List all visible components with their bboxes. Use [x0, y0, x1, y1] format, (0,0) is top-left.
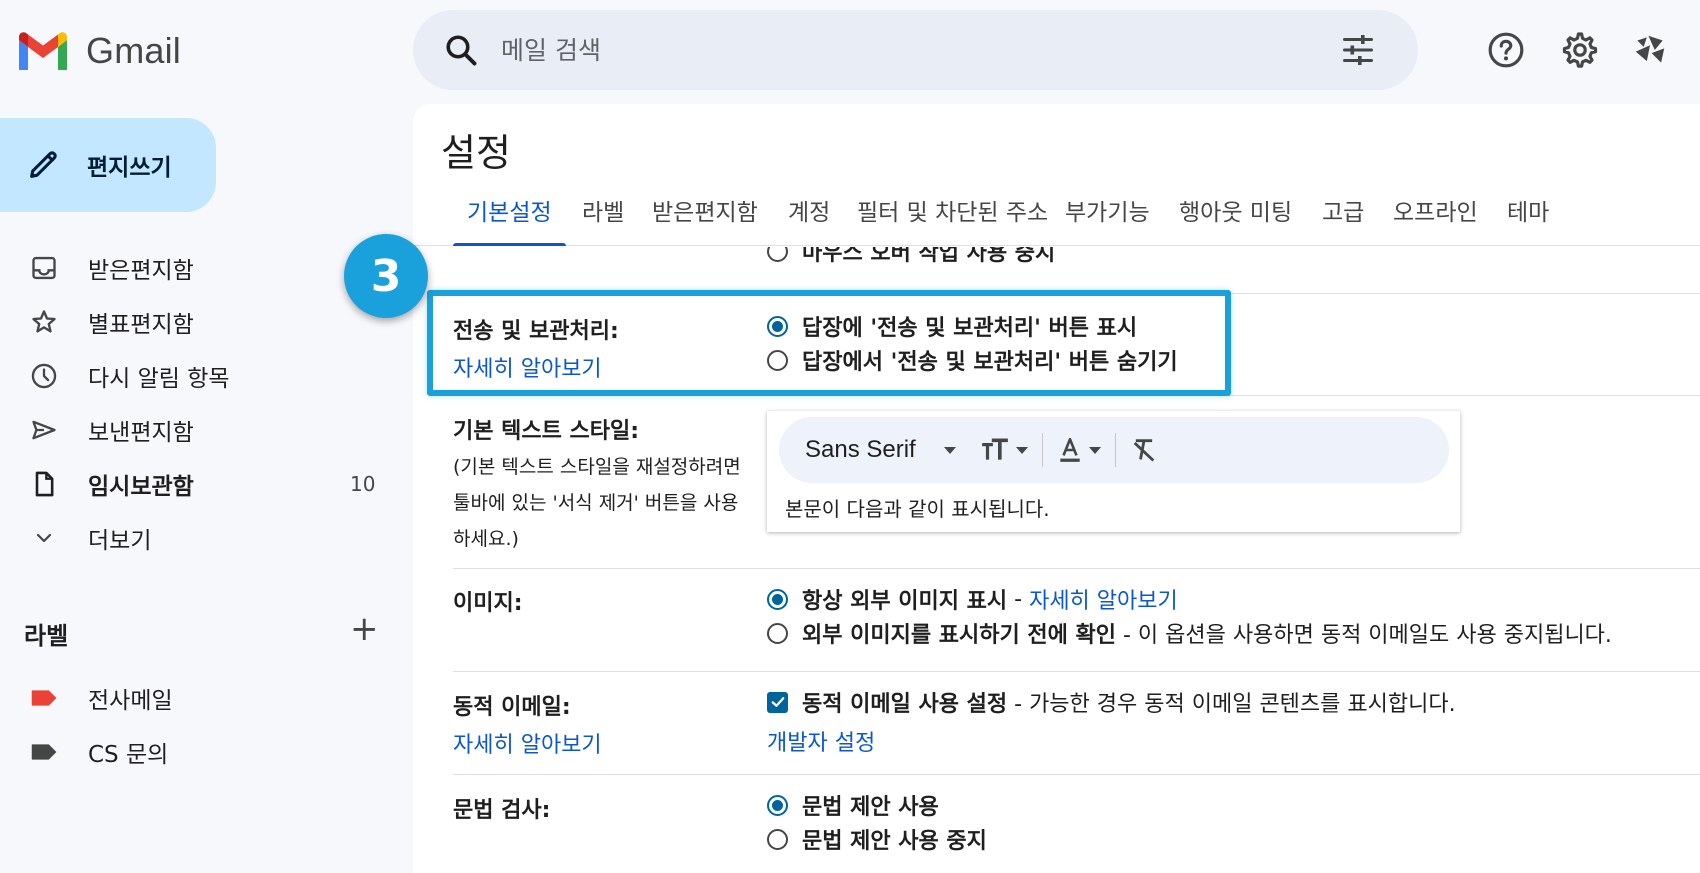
sidebar-item-label: 별표편지함	[88, 312, 194, 338]
text-style-editor: Sans Serif 본문이 다음과 같이 표시됩니다.	[767, 411, 1460, 532]
chevron-down-icon	[28, 522, 60, 554]
row-divider	[453, 568, 1700, 569]
setting-label: 기본 텍스트 스타일:	[453, 419, 640, 444]
sidebar-item-label: 전사메일	[88, 688, 173, 714]
grammar-disable-option[interactable]: 문법 제안 사용 중지	[767, 823, 987, 855]
toolbar-divider	[1041, 433, 1043, 467]
row-divider	[453, 774, 1700, 775]
learn-more-link[interactable]: 자세히 알아보기	[453, 727, 602, 759]
font-size-caret-icon[interactable]	[1015, 446, 1028, 454]
toolbar-divider	[1114, 433, 1116, 467]
dynamic-email-enable-option[interactable]: 동적 이메일 사용 설정 - 가능한 경우 동적 이메일 콘텐츠를 표시합니다.	[767, 686, 1456, 718]
sidebar-item-sent[interactable]: 보낸편지함	[0, 404, 390, 456]
sidebar-item-label: 보낸편지함	[88, 420, 194, 446]
gmail-logo-icon	[19, 32, 67, 70]
developer-settings-link[interactable]: 개발자 설정	[767, 725, 875, 757]
remove-formatting-icon[interactable]	[1130, 436, 1158, 464]
help-icon[interactable]	[1484, 28, 1528, 72]
sidebar-item-starred[interactable]: 별표편지함	[0, 296, 390, 348]
tab-inbox[interactable]: 받은편지함	[638, 188, 772, 246]
search-options-icon[interactable]	[1340, 32, 1376, 68]
sidebar-item-more[interactable]: 더보기	[0, 512, 390, 564]
pencil-icon	[30, 151, 57, 178]
text-color-icon[interactable]	[1057, 436, 1083, 464]
tab-themes[interactable]: 테마	[1493, 188, 1563, 246]
tab-accounts[interactable]: 계정	[774, 188, 844, 246]
settings-tabs: 기본설정 라벨 받은편지함 계정 필터 및 차단된 주소 부가기능 행아웃 미팅…	[413, 188, 1700, 246]
step-badge: 3	[344, 234, 428, 318]
drafts-count: 10	[350, 472, 376, 496]
labels-section-title: 라벨	[24, 622, 69, 650]
radio-button[interactable]	[767, 828, 788, 850]
tab-offline[interactable]: 오프라인	[1379, 188, 1492, 246]
radio-button-selected[interactable]	[767, 588, 788, 610]
setting-label: 이미지:	[453, 591, 523, 616]
inbox-icon	[28, 252, 60, 284]
setting-label: 동적 이메일:	[453, 695, 571, 720]
checkbox-checked[interactable]	[767, 691, 788, 713]
font-dropdown-caret-icon[interactable]	[943, 446, 956, 454]
font-family-select[interactable]: Sans Serif	[805, 436, 916, 464]
sidebar-item-label: 받은편지함	[88, 258, 194, 284]
sidebar-item-label: 다시 알림 항목	[88, 366, 230, 392]
search-bar[interactable]	[413, 10, 1418, 90]
grammar-enable-option[interactable]: 문법 제안 사용	[767, 789, 939, 821]
add-label-icon[interactable]: +	[350, 612, 379, 646]
search-input[interactable]	[501, 35, 1301, 65]
hover-actions-option[interactable]: 마우스 오버 작업 사용 중지	[767, 247, 1055, 267]
sidebar-item-inbox[interactable]: 받은편지함	[0, 242, 390, 294]
images-always-show-option[interactable]: 항상 외부 이미지 표시 - 자세히 알아보기	[767, 583, 1178, 615]
text-style-description: (기본 텍스트 스타일을 재설정하려면 툴바에 있는 '서식 제거' 버튼을 사…	[453, 456, 741, 550]
star-icon	[28, 306, 60, 338]
search-icon[interactable]	[443, 32, 479, 68]
text-style-label-group: 기본 텍스트 스타일: (기본 텍스트 스타일을 재설정하려면 툴바에 있는 '…	[453, 413, 773, 557]
sidebar-item-drafts[interactable]: 임시보관함 10	[0, 458, 390, 510]
setting-label: 문법 검사:	[453, 798, 551, 823]
draft-document-icon	[28, 468, 60, 500]
radio-button[interactable]	[767, 247, 788, 262]
compose-label: 편지쓰기	[87, 155, 172, 181]
sidebar-item-label: CS 문의	[88, 742, 169, 768]
tab-labels[interactable]: 라벨	[568, 188, 638, 246]
tab-filters[interactable]: 필터 및 차단된 주소	[843, 188, 1062, 246]
page-title: 설정	[441, 131, 511, 175]
learn-more-link[interactable]: 자세히 알아보기	[1029, 583, 1178, 615]
sidebar-label-item[interactable]: CS 문의	[0, 726, 390, 778]
font-size-icon[interactable]	[980, 437, 1010, 463]
compose-button[interactable]: 편지쓰기	[0, 118, 216, 212]
row-divider	[453, 671, 1700, 672]
label-tag-icon	[28, 736, 60, 768]
send-icon	[28, 414, 60, 446]
settings-gear-icon[interactable]	[1558, 28, 1602, 72]
dynamic-email-label-group: 동적 이메일: 자세히 알아보기	[453, 689, 602, 759]
label-tag-icon	[28, 682, 60, 714]
sidebar-item-label: 더보기	[88, 528, 152, 554]
gmail-wordmark: Gmail	[86, 30, 182, 71]
radio-button-selected[interactable]	[767, 794, 788, 816]
highlight-box	[427, 290, 1231, 396]
workspace-app-icon[interactable]	[1628, 28, 1672, 72]
gmail-logo[interactable]: Gmail	[16, 26, 276, 76]
tab-advanced[interactable]: 고급	[1308, 188, 1378, 246]
tab-addons[interactable]: 부가기능	[1051, 188, 1164, 246]
radio-button[interactable]	[767, 622, 788, 644]
tab-general[interactable]: 기본설정	[453, 188, 566, 246]
sidebar-label-item[interactable]: 전사메일	[0, 672, 390, 724]
sidebar-item-label: 임시보관함	[88, 474, 194, 500]
tab-hangouts-meet[interactable]: 행아웃 미팅	[1165, 188, 1306, 246]
images-ask-option[interactable]: 외부 이미지를 표시하기 전에 확인 - 이 옵션을 사용하면 동적 이메일도 …	[767, 617, 1612, 649]
sidebar-item-snoozed[interactable]: 다시 알림 항목	[0, 350, 390, 402]
sample-text: 본문이 다음과 같이 표시됩니다.	[785, 497, 1050, 521]
formatting-toolbar: Sans Serif	[779, 417, 1449, 483]
text-color-caret-icon[interactable]	[1088, 446, 1101, 454]
clock-icon	[28, 360, 60, 392]
